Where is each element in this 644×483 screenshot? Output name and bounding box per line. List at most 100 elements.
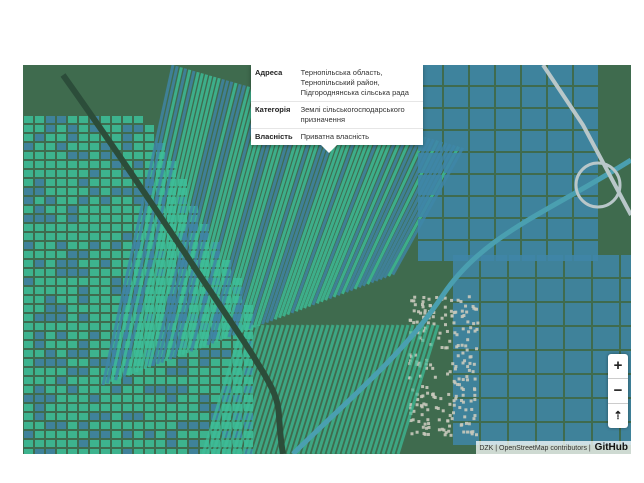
land-parcel xyxy=(24,341,33,348)
land-parcel xyxy=(101,386,110,393)
locate-button[interactable]: ⇡ xyxy=(608,404,628,428)
land-parcel xyxy=(90,431,99,438)
land-parcel xyxy=(101,449,110,454)
building xyxy=(466,365,470,369)
land-parcel xyxy=(496,197,520,217)
building xyxy=(437,336,441,340)
land-parcel xyxy=(35,233,44,240)
building xyxy=(454,310,458,314)
land-parcel xyxy=(537,255,563,277)
land-parcel xyxy=(68,377,77,384)
land-parcel xyxy=(167,422,176,429)
building xyxy=(462,314,466,318)
land-parcel xyxy=(200,368,209,375)
building xyxy=(433,375,437,379)
land-parcel xyxy=(112,251,121,258)
github-logo-link[interactable]: GitHub xyxy=(595,442,628,453)
land-parcel xyxy=(57,125,66,132)
zoom-in-button[interactable]: + xyxy=(608,354,628,379)
land-parcel xyxy=(35,116,44,123)
land-parcel xyxy=(167,377,176,384)
land-parcel xyxy=(24,188,33,195)
land-parcel xyxy=(68,269,77,276)
land-parcel xyxy=(90,440,99,447)
land-parcel xyxy=(444,87,468,107)
zoom-out-button[interactable]: − xyxy=(608,379,628,404)
land-parcel xyxy=(57,413,66,420)
building xyxy=(421,425,425,429)
building xyxy=(451,411,455,415)
land-parcel xyxy=(57,143,66,150)
land-parcel xyxy=(68,431,77,438)
land-parcel xyxy=(35,359,44,366)
land-parcel xyxy=(112,224,121,231)
building xyxy=(444,313,448,317)
building xyxy=(413,295,417,299)
land-parcel xyxy=(145,395,154,402)
land-parcel xyxy=(35,125,44,132)
land-parcel xyxy=(24,359,33,366)
land-parcel xyxy=(112,188,121,195)
land-parcel xyxy=(211,377,220,384)
building xyxy=(449,309,453,313)
land-parcel xyxy=(57,251,66,258)
land-parcel xyxy=(79,161,88,168)
popup-key-category: Категорія xyxy=(251,101,297,129)
land-parcel xyxy=(46,224,55,231)
land-parcel xyxy=(444,175,468,195)
building xyxy=(463,415,467,419)
land-parcel xyxy=(101,251,110,258)
building xyxy=(476,321,480,325)
land-parcel xyxy=(565,399,591,421)
land-parcel xyxy=(46,161,55,168)
land-parcel xyxy=(496,153,520,173)
land-parcel xyxy=(593,279,619,301)
land-parcel xyxy=(57,341,66,348)
land-parcel xyxy=(90,404,99,411)
land-parcel xyxy=(481,399,507,421)
land-parcel xyxy=(222,350,231,357)
land-parcel xyxy=(123,188,132,195)
building xyxy=(460,423,464,427)
building xyxy=(415,320,419,324)
land-parcel xyxy=(35,161,44,168)
land-parcel xyxy=(537,327,563,349)
land-parcel xyxy=(574,87,598,107)
attribution-text[interactable]: DZK | OpenStreetMap contributors | xyxy=(479,445,590,452)
land-parcel xyxy=(68,206,77,213)
building xyxy=(454,364,458,368)
land-parcel xyxy=(46,179,55,186)
land-parcel xyxy=(112,440,121,447)
land-parcel xyxy=(90,233,99,240)
building xyxy=(431,315,435,319)
building xyxy=(453,331,457,335)
land-parcel xyxy=(537,303,563,325)
land-parcel xyxy=(24,287,33,294)
land-parcel xyxy=(537,375,563,397)
land-parcel xyxy=(35,404,44,411)
land-parcel xyxy=(167,386,176,393)
land-parcel xyxy=(444,109,468,129)
land-parcel xyxy=(90,413,99,420)
land-parcel xyxy=(470,153,494,173)
land-parcel xyxy=(156,422,165,429)
land-parcel xyxy=(496,131,520,151)
parcel-info-popup: Адреса Тернопільська область, Тернопільс… xyxy=(251,65,423,153)
land-parcel xyxy=(112,287,121,294)
land-parcel xyxy=(57,224,66,231)
land-parcel xyxy=(57,287,66,294)
building xyxy=(413,303,417,307)
land-parcel xyxy=(24,269,33,276)
building xyxy=(450,298,454,302)
building xyxy=(474,433,478,437)
land-parcel xyxy=(123,440,132,447)
land-parcel xyxy=(68,287,77,294)
map-view[interactable]: Адреса Тернопільська область, Тернопільс… xyxy=(23,65,631,454)
land-parcel xyxy=(509,255,535,277)
land-parcel xyxy=(112,413,121,420)
building xyxy=(469,399,473,403)
land-parcel xyxy=(90,188,99,195)
land-parcel xyxy=(79,206,88,213)
building xyxy=(473,388,477,392)
land-parcel xyxy=(189,413,198,420)
